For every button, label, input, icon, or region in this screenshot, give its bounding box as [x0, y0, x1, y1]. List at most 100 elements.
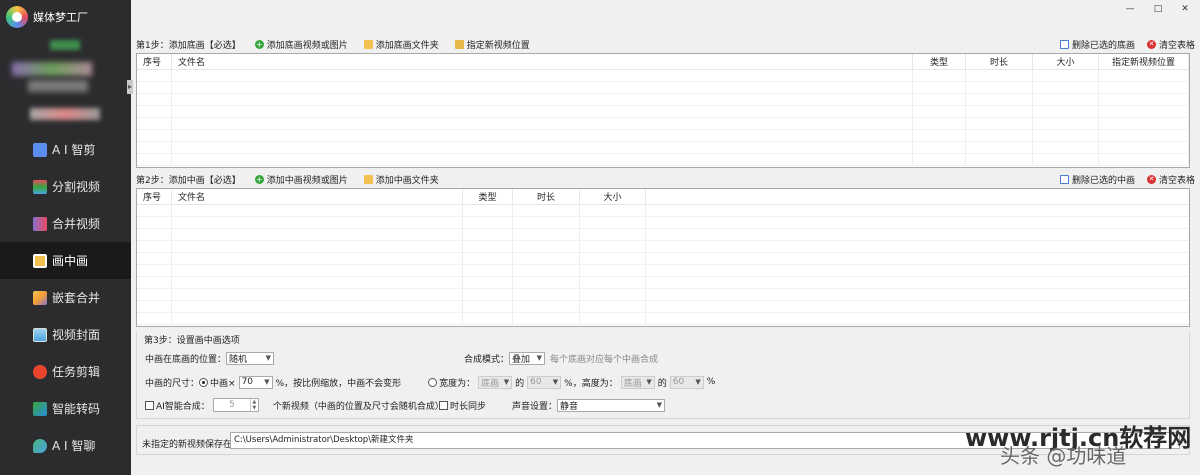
sidebar-item-smart-transcode[interactable]: 智能转码 [0, 390, 131, 427]
sidebar-item-nested-merge[interactable]: 嵌套合并 [0, 279, 131, 316]
empty-cell [913, 70, 966, 81]
overlay-media-table-header: 序号 文件名 类型 时长 大小 [137, 189, 1189, 205]
empty-cell [463, 301, 513, 312]
column-header[interactable]: 时长 [966, 54, 1033, 69]
overlay-media-table-body [137, 205, 1189, 325]
empty-cell [137, 253, 172, 264]
empty-cell [913, 130, 966, 141]
sidebar-item-picture-in-picture[interactable]: 画中画 [0, 242, 131, 279]
clear-icon: ✕ [1147, 174, 1157, 184]
empty-cell [463, 241, 513, 252]
column-header[interactable]: 文件名 [172, 54, 913, 69]
delete-selected-base-button[interactable]: 删除已选的底画 [1060, 38, 1135, 51]
empty-cell [1099, 142, 1189, 153]
minimize-button[interactable]: — [1120, 4, 1140, 14]
empty-cell [1099, 106, 1189, 117]
empty-cell [172, 265, 463, 276]
blend-row: 合成模式： 叠加 ▼ 每个底画对应每个中画合成 [464, 351, 658, 365]
empty-cell [966, 94, 1033, 105]
empty-row [137, 130, 1189, 142]
empty-cell [172, 277, 463, 288]
blend-label: 合成模式： [464, 354, 510, 365]
column-header[interactable]: 大小 [1033, 54, 1099, 69]
spinner-arrows-icon[interactable]: ▲ ▼ [249, 399, 258, 411]
set-output-position-label: 指定新视频位置 [466, 40, 530, 51]
clear-table-1-button[interactable]: ✕ 清空表格 [1147, 38, 1195, 51]
empty-row [137, 106, 1189, 118]
add-overlay-media-button[interactable]: + 添加中画视频或图片 [254, 173, 348, 186]
set-output-position-button[interactable]: 指定新视频位置 [454, 38, 530, 51]
empty-cell [1033, 154, 1099, 165]
chevron-down-icon: ▼ [536, 354, 543, 362]
ai-row: AI智能合成： 5 ▲ ▼ 个新视频（中画的位置及尺寸会随机合成） [145, 398, 444, 412]
empty-cell [513, 229, 580, 240]
width-value-select[interactable]: 60 ▼ [527, 375, 562, 389]
empty-cell [463, 265, 513, 276]
sidebar-item-video-cover[interactable]: 视频封面 [0, 316, 131, 353]
chevron-down-icon: ▼ [656, 401, 663, 409]
sidebar-item-ai-edit[interactable]: A I 智剪 [0, 131, 131, 168]
sidebar-item-label: 分割视频 [52, 180, 101, 194]
height-value-select[interactable]: 60 ▼ [669, 375, 704, 389]
column-header[interactable]: 序号 [137, 54, 172, 69]
empty-cell [1033, 70, 1099, 81]
ai-count-spinner[interactable]: 5 ▲ ▼ [212, 398, 259, 412]
empty-cell [966, 82, 1033, 93]
column-header[interactable]: 指定新视频位置 [1099, 54, 1189, 69]
percent-comma: %， [564, 378, 582, 389]
maximize-button[interactable]: □ [1148, 4, 1168, 14]
add-overlay-folder-label: 添加中画文件夹 [375, 175, 439, 186]
empty-cell [172, 301, 463, 312]
sidebar-item-task-edit[interactable]: 任务剪辑 [0, 353, 131, 390]
sidebar-item-label: A I 智剪 [52, 143, 96, 157]
column-header[interactable]: 类型 [463, 189, 513, 204]
width-ref-select[interactable]: 底画 ▼ [478, 375, 513, 389]
sidebar-item-ai-chat[interactable]: A I 智聊 [0, 427, 131, 464]
empty-row [137, 253, 1189, 265]
delete-list-icon [1060, 39, 1069, 49]
position-label: 中画在底画的位置： [145, 354, 227, 365]
size-mode-scale-radio[interactable] [199, 377, 209, 387]
close-button[interactable]: ✕ [1175, 4, 1195, 14]
size-mode-custom-radio[interactable] [428, 377, 438, 387]
column-header[interactable]: 序号 [137, 189, 172, 204]
blend-mode-select[interactable]: 叠加 ▼ [509, 351, 546, 365]
empty-row [137, 154, 1189, 166]
sidebar-item-label: 任务剪辑 [52, 365, 101, 379]
sidebar-item-label: 合并视频 [52, 217, 101, 231]
add-overlay-folder-button[interactable]: 添加中画文件夹 [363, 173, 439, 186]
delete-selected-overlay-button[interactable]: 删除已选的中画 [1060, 173, 1135, 186]
blurred-user-meta [28, 80, 88, 92]
column-header[interactable]: 时长 [513, 189, 580, 204]
clear-table-2-button[interactable]: ✕ 清空表格 [1147, 173, 1195, 186]
column-header[interactable]: 类型 [913, 54, 966, 69]
column-header[interactable]: 文件名 [172, 189, 463, 204]
empty-row [137, 118, 1189, 130]
position-select[interactable]: 随机 ▼ [226, 351, 275, 365]
empty-cell [1099, 94, 1189, 105]
empty-cell [172, 70, 913, 81]
overlay-media-table[interactable]: 序号 文件名 类型 时长 大小 [136, 188, 1190, 327]
duration-sync-checkbox[interactable] [439, 400, 448, 410]
merge-video-icon [33, 216, 47, 231]
empty-cell [580, 301, 646, 312]
add-base-folder-button[interactable]: 添加底画文件夹 [363, 38, 439, 51]
sidebar-item-split-video[interactable]: 分割视频 [0, 168, 131, 205]
sidebar-collapse-handle[interactable]: ▸ [127, 80, 133, 94]
nested-merge-icon [33, 290, 47, 305]
sidebar-item-label: 画中画 [52, 254, 89, 268]
height-ref-select[interactable]: 底画 ▼ [620, 375, 655, 389]
column-header[interactable]: 大小 [580, 189, 646, 204]
empty-cell [137, 313, 172, 324]
sidebar-item-merge-video[interactable]: 合并视频 [0, 205, 131, 242]
step1-right-tools: 删除已选的底画 ✕ 清空表格 [1060, 37, 1195, 51]
ai-compose-checkbox[interactable] [145, 400, 154, 410]
size-percent-select[interactable]: 70 ▼ [238, 375, 273, 389]
empty-cell [1033, 94, 1099, 105]
add-base-media-button[interactable]: + 添加底画视频或图片 [254, 38, 348, 51]
empty-cell [463, 253, 513, 264]
empty-cell [172, 130, 913, 141]
base-media-table[interactable]: 序号 文件名 类型 时长 大小 指定新视频位置 [136, 53, 1190, 168]
video-cover-icon [33, 327, 47, 342]
audio-select[interactable]: 静音 ▼ [557, 398, 666, 412]
